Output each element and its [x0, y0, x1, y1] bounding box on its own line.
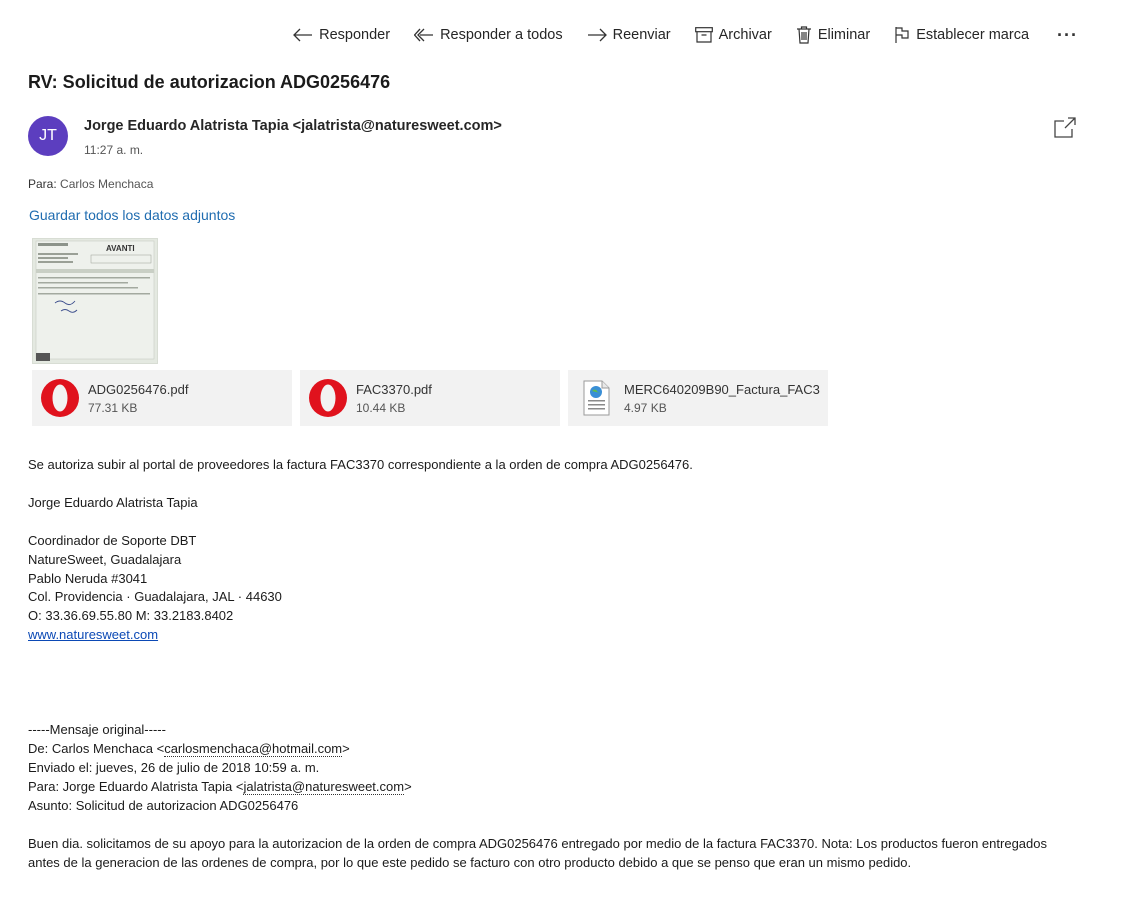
more-actions-button[interactable]: ···	[1057, 25, 1078, 46]
popout-icon	[1054, 117, 1076, 138]
to-recipient[interactable]: Carlos Menchaca	[60, 177, 153, 191]
original-message-header: -----Mensaje original-----	[28, 722, 166, 737]
original-to-line: Para: Jorge Eduardo Alatrista Tapia <jal…	[28, 779, 412, 795]
attachment-image-thumbnail[interactable]: AVANTI	[32, 238, 158, 364]
message-toolbar: Responder Responder a todos Reenviar Arc…	[293, 22, 1078, 48]
signature-company: NatureSweet, Guadalajara	[28, 552, 182, 567]
open-in-new-window-button[interactable]	[1053, 116, 1077, 143]
reply-button[interactable]: Responder	[293, 22, 390, 48]
original-sent-line: Enviado el: jueves, 26 de julio de 2018 …	[28, 760, 320, 775]
original-from-prefix: De: Carlos Menchaca <	[28, 741, 165, 756]
avatar[interactable]: JT	[28, 116, 68, 156]
signature-street: Pablo Neruda #3041	[28, 571, 148, 586]
archive-label: Archivar	[718, 27, 772, 43]
forward-arrow-icon	[587, 28, 607, 42]
scanned-document-image: AVANTI	[33, 239, 157, 363]
body-paragraph: Se autoriza subir al portal de proveedor…	[28, 457, 693, 472]
save-all-attachments-link[interactable]: Guardar todos los datos adjuntos	[29, 207, 235, 223]
reply-arrow-icon	[293, 28, 313, 42]
original-to-suffix: >	[404, 779, 412, 794]
archive-button[interactable]: Archivar	[694, 22, 772, 48]
original-body-line-1: Buen dia. solicitamos de su apoyo para l…	[28, 836, 1047, 851]
original-from-email[interactable]: carlosmenchaca@hotmail.com	[164, 741, 343, 757]
original-body-line-2: antes de la generacion de las ordenes de…	[28, 855, 912, 870]
opera-pdf-icon	[41, 379, 79, 417]
original-from-line: De: Carlos Menchaca <carlosmenchaca@hotm…	[28, 741, 350, 757]
message-subject: RV: Solicitud de autorizacion ADG0256476	[28, 72, 391, 92]
signature-name: Jorge Eduardo Alatrista Tapia	[28, 495, 198, 510]
signature-title: Coordinador de Soporte DBT	[28, 533, 197, 548]
sender-name[interactable]: Jorge Eduardo Alatrista Tapia <jalatrist…	[84, 118, 502, 134]
original-from-suffix: >	[342, 741, 350, 756]
forward-label: Reenviar	[612, 27, 671, 43]
attachment-size: 77.31 KB	[88, 401, 138, 415]
opera-pdf-icon	[309, 379, 347, 417]
signature-phone: O: 33.36.69.55.80 M: 33.2183.8402	[28, 608, 234, 623]
signature-city: Col. Providencia · Guadalajara, JAL · 44…	[28, 589, 282, 604]
website-link[interactable]: www.naturesweet.com	[28, 627, 158, 642]
to-line: Para: Carlos Menchaca	[28, 177, 153, 191]
to-label: Para:	[28, 177, 57, 191]
archive-box-icon	[694, 27, 713, 43]
signature-website-row: www.naturesweet.com	[28, 627, 158, 642]
attachment-card[interactable]: FAC3370.pdf 10.44 KB	[300, 370, 560, 426]
attachment-size: 4.97 KB	[624, 401, 667, 415]
attachment-name: MERC640209B90_Factura_FAC33...	[624, 382, 820, 397]
forward-button[interactable]: Reenviar	[587, 22, 671, 48]
thumbnail-avanti-text: AVANTI	[106, 244, 135, 253]
reply-label: Responder	[319, 27, 391, 43]
xml-file-icon	[583, 380, 610, 416]
original-to-email[interactable]: jalatrista@naturesweet.com	[243, 779, 405, 795]
original-subject-line: Asunto: Solicitud de autorizacion ADG025…	[28, 798, 299, 813]
delete-button[interactable]: Eliminar	[796, 22, 870, 48]
attachment-card[interactable]: MERC640209B90_Factura_FAC33... 4.97 KB	[568, 370, 828, 426]
trash-icon	[796, 26, 811, 44]
reply-all-label: Responder a todos	[440, 27, 563, 43]
message-time: 11:27 a. m.	[84, 143, 144, 157]
flag-label: Establecer marca	[916, 27, 1030, 43]
reply-all-icon	[414, 28, 434, 42]
attachment-size: 10.44 KB	[356, 401, 406, 415]
attachment-name: ADG0256476.pdf	[88, 382, 189, 397]
attachment-name: FAC3370.pdf	[356, 382, 432, 397]
flag-button[interactable]: Establecer marca	[894, 22, 1029, 48]
original-to-prefix: Para: Jorge Eduardo Alatrista Tapia <	[28, 779, 244, 794]
delete-label: Eliminar	[817, 27, 871, 43]
reply-all-button[interactable]: Responder a todos	[414, 22, 563, 48]
flag-icon	[895, 27, 909, 43]
attachment-card[interactable]: ADG0256476.pdf 77.31 KB	[32, 370, 292, 426]
